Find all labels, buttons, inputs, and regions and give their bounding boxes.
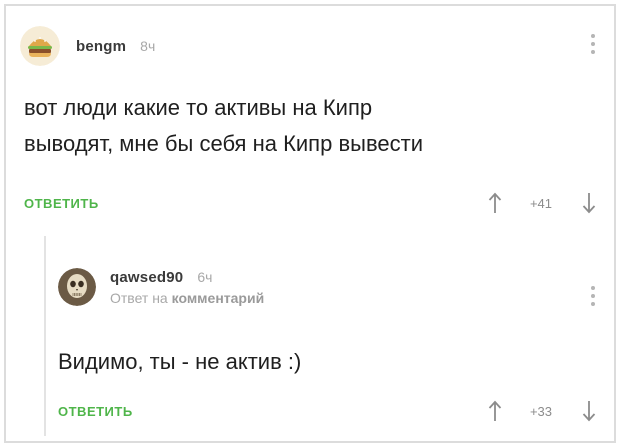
username[interactable]: qawsed90 xyxy=(110,269,183,286)
name-line: qawsed90 6ч xyxy=(110,269,264,286)
comment-meta: bengm 8ч xyxy=(76,38,155,55)
timestamp: 6ч xyxy=(197,268,213,285)
comment-text: вот люди какие то активы на Кипр выводят… xyxy=(24,90,584,162)
comment-footer: ОТВЕТИТЬ +41 xyxy=(6,188,614,218)
reply-button[interactable]: ОТВЕТИТЬ xyxy=(58,404,133,419)
timestamp: 8ч xyxy=(140,37,156,54)
more-options-icon[interactable] xyxy=(590,286,596,306)
more-options-icon[interactable] xyxy=(590,34,596,54)
reply-comment: qawsed90 6ч Ответ на комментарий Видимо,… xyxy=(44,236,614,436)
hamburger-avatar-icon[interactable] xyxy=(20,26,60,66)
comment-text-line: выводят, мне бы себя на Кипр вывести xyxy=(24,131,423,156)
comment-header: qawsed90 6ч Ответ на комментарий xyxy=(58,268,264,306)
downvote-arrow-icon[interactable] xyxy=(580,190,598,216)
name-line: bengm 8ч xyxy=(76,38,155,55)
reply-to-line: Ответ на комментарий xyxy=(110,290,264,306)
comment-text-line: вот люди какие то активы на Кипр xyxy=(24,95,373,120)
rating-count: +33 xyxy=(529,403,552,419)
comment-header: bengm 8ч xyxy=(20,26,155,66)
skull-avatar-icon[interactable] xyxy=(58,268,96,306)
upvote-arrow-icon[interactable] xyxy=(486,190,504,216)
rating-count: +41 xyxy=(529,195,552,211)
comment-footer: ОТВЕТИТЬ +33 xyxy=(46,396,614,426)
upvote-arrow-icon[interactable] xyxy=(486,398,504,424)
vote-controls: +41 xyxy=(486,188,598,218)
downvote-arrow-icon[interactable] xyxy=(580,398,598,424)
vote-controls: +33 xyxy=(486,396,598,426)
reply-to-prefix: Ответ на xyxy=(110,289,168,306)
comment-meta: qawsed90 6ч Ответ на комментарий xyxy=(110,269,264,306)
reply-to-link[interactable]: комментарий xyxy=(172,290,265,306)
reply-button[interactable]: ОТВЕТИТЬ xyxy=(24,196,99,211)
comment: bengm 8ч вот люди какие то активы на Кип… xyxy=(6,20,614,225)
comments-panel: bengm 8ч вот люди какие то активы на Кип… xyxy=(4,4,616,443)
username[interactable]: bengm xyxy=(76,38,126,55)
comment-text: Видимо, ты - не актив :) xyxy=(58,349,302,374)
